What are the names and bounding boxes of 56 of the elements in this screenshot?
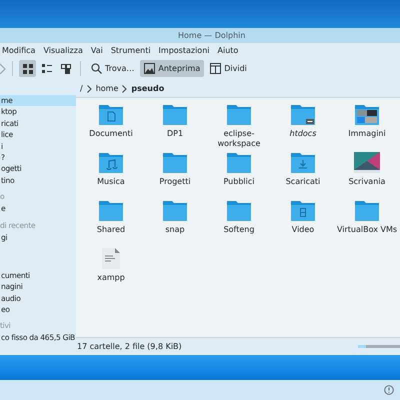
split-view-icon <box>210 63 222 74</box>
chevron-icon <box>122 84 128 92</box>
folder-icon[interactable] <box>163 200 187 221</box>
file-name: Scrivania <box>348 177 386 187</box>
folder-icon[interactable] <box>227 152 251 173</box>
window-title: Home — Dolphin <box>178 31 246 40</box>
file-name: htdocs <box>290 129 316 139</box>
breadcrumb-item[interactable]: home <box>96 84 118 93</box>
icons-view-button[interactable] <box>19 60 36 77</box>
file-name: eclipse-workspace <box>216 129 262 149</box>
folder-icon[interactable] <box>227 104 251 125</box>
file-name: Pubblici <box>224 177 254 187</box>
text-file-icon[interactable] <box>102 248 120 269</box>
file-name: Video <box>292 225 314 235</box>
folder-icon[interactable] <box>163 152 187 173</box>
video-folder-icon[interactable] <box>291 200 315 221</box>
folder-icon[interactable] <box>99 200 123 221</box>
search-icon <box>91 63 102 74</box>
search-button[interactable]: Trova… <box>87 60 138 77</box>
file-name: VirtualBox VMs <box>336 225 398 235</box>
list-icon <box>40 62 52 74</box>
status-text: 17 cartelle, 2 file (9,8 KiB) <box>77 342 182 351</box>
split-button[interactable]: Dividi <box>206 60 251 77</box>
file-name: DP1 <box>166 129 184 139</box>
file-name: Musica <box>97 177 125 187</box>
folder-icon[interactable] <box>227 200 251 221</box>
picture-icon <box>144 63 156 74</box>
download-folder-icon[interactable] <box>291 152 315 173</box>
link-folder-icon[interactable] <box>291 104 315 125</box>
file-name: Shared <box>96 225 126 235</box>
file-name: xampp <box>97 273 125 283</box>
file-name: Progetti <box>159 177 191 187</box>
file-name: Softeng <box>224 225 254 235</box>
chevron-icon <box>86 84 92 92</box>
grid-icon <box>22 62 34 74</box>
pictures-folder-icon[interactable] <box>355 104 379 125</box>
folder-icon[interactable] <box>355 200 379 221</box>
file-name: Immagini <box>348 129 386 139</box>
breadcrumb-item[interactable]: / <box>80 84 83 93</box>
info-icon[interactable] <box>384 385 394 395</box>
file-name: snap <box>165 225 185 235</box>
menu-item[interactable]: Vai <box>90 46 103 54</box>
music-folder-icon[interactable] <box>99 152 123 173</box>
menu-item[interactable]: Aiuto <box>218 46 238 54</box>
file-name: Scaricati <box>286 177 320 187</box>
folder-icon[interactable] <box>163 104 187 125</box>
menu-item[interactable]: Strumenti <box>110 46 151 54</box>
breadcrumb-item[interactable]: pseudo <box>131 84 164 93</box>
menu-item[interactable]: Impostazioni <box>158 46 210 54</box>
wallpaper-thumbnail[interactable] <box>354 152 380 173</box>
file-name: Documenti <box>89 129 133 139</box>
menu-item[interactable]: Visualizza <box>43 46 83 54</box>
preview-button[interactable]: Anteprima <box>140 60 204 77</box>
document-folder-icon[interactable] <box>99 104 123 125</box>
menu-item[interactable]: Modifica <box>2 46 36 54</box>
tiles-icon <box>60 62 72 74</box>
